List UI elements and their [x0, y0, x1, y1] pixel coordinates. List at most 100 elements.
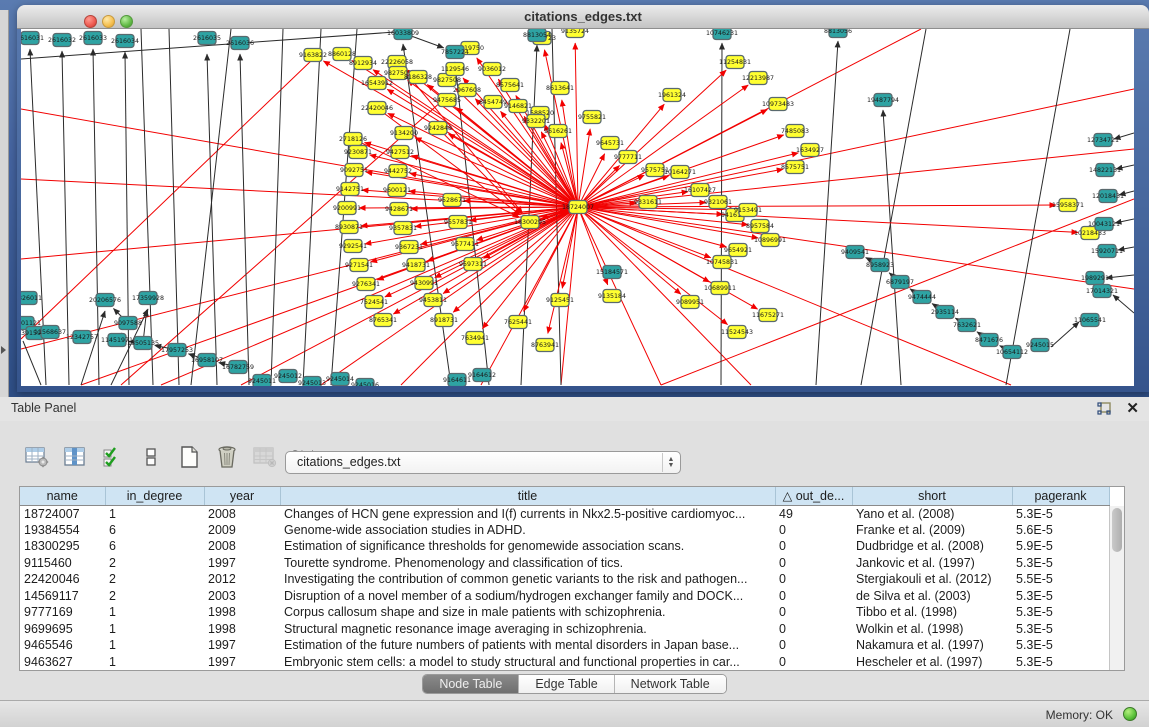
graph-node[interactable]: 9245015: [1026, 339, 1054, 352]
graph-node[interactable]: 14822131: [1089, 164, 1121, 177]
graph-node[interactable]: 9475685: [433, 94, 461, 107]
table-cell[interactable]: Genome-wide association studies in ADHD.: [280, 522, 775, 539]
graph-node[interactable]: 2616033: [79, 32, 107, 45]
table-cell[interactable]: Dudbridge et al. (2008): [852, 538, 1012, 555]
graph-node[interactable]: 7632621: [953, 319, 981, 332]
graph-node[interactable]: 9528671: [438, 194, 466, 207]
graph-node[interactable]: 16543912: [361, 77, 393, 90]
minimize-window-button[interactable]: [102, 15, 115, 28]
tab-network-table[interactable]: Network Table: [615, 675, 726, 693]
table-cell[interactable]: 2: [105, 588, 204, 605]
graph-node[interactable]: 8813056: [824, 29, 852, 38]
float-window-icon[interactable]: [1096, 401, 1112, 417]
graph-node[interactable]: 8860128: [328, 48, 356, 61]
zoom-window-button[interactable]: [120, 15, 133, 28]
graph-node[interactable]: 16033809: [387, 29, 419, 40]
table-row[interactable]: 911546021997Tourette syndrome. Phenomeno…: [20, 555, 1109, 572]
table-cell[interactable]: 19384554: [20, 522, 105, 539]
table-cell[interactable]: 2012: [204, 571, 280, 588]
graph-node[interactable]: 9474444: [908, 291, 936, 304]
graph-node[interactable]: 20206576: [89, 294, 121, 307]
graph-node[interactable]: 9200991: [333, 202, 361, 215]
table-cell[interactable]: Changes of HCN gene expression and I(f) …: [280, 505, 775, 522]
graph-node[interactable]: 1989291: [1081, 272, 1109, 285]
table-cell[interactable]: 1997: [204, 654, 280, 671]
graph-node[interactable]: 2326011: [21, 292, 42, 305]
table-row[interactable]: 1938455462009Genome-wide association stu…: [20, 522, 1109, 539]
table-cell[interactable]: de Silva et al. (2003): [852, 588, 1012, 605]
table-cell[interactable]: 0: [775, 555, 852, 572]
graph-node[interactable]: 2616035: [193, 32, 221, 45]
table-cell[interactable]: 2: [105, 571, 204, 588]
table-row[interactable]: 2242004622012Investigating the contribut…: [20, 571, 1109, 588]
table-cell[interactable]: 0: [775, 588, 852, 605]
graph-node[interactable]: 8912934: [349, 57, 377, 70]
splitter-collapse-icon[interactable]: [1, 346, 6, 354]
graph-node[interactable]: 11524543: [721, 326, 753, 339]
column-header-short[interactable]: short: [852, 487, 1012, 505]
table-cell[interactable]: 2003: [204, 588, 280, 605]
table-cell[interactable]: 5.3E-5: [1012, 621, 1109, 638]
table-cell[interactable]: 9699695: [20, 621, 105, 638]
table-cell[interactable]: 5.9E-5: [1012, 538, 1109, 555]
table-cell[interactable]: Estimation of significance thresholds fo…: [280, 538, 775, 555]
table-row[interactable]: 1830029562008Estimation of significance …: [20, 538, 1109, 555]
graph-node[interactable]: 8930871: [335, 221, 363, 234]
table-cell[interactable]: 0: [775, 538, 852, 555]
table-cell[interactable]: Stergiakouli et al. (2012): [852, 571, 1012, 588]
table-cell[interactable]: 2009: [204, 522, 280, 539]
table-cell[interactable]: Wolkin et al. (1998): [852, 621, 1012, 638]
graph-node[interactable]: 9097588: [114, 317, 142, 330]
graph-node[interactable]: 8613641: [546, 82, 574, 95]
graph-node[interactable]: 9616261: [544, 125, 572, 138]
table-cell[interactable]: 6: [105, 538, 204, 555]
table-cell[interactable]: 9465546: [20, 637, 105, 654]
table-cell[interactable]: 2008: [204, 538, 280, 555]
table-cell[interactable]: Embryonic stem cells: a model to study s…: [280, 654, 775, 671]
table-cell[interactable]: 0: [775, 621, 852, 638]
graph-node[interactable]: 8575641: [496, 79, 524, 92]
table-cell[interactable]: Structural magnetic resonance image aver…: [280, 621, 775, 638]
table-row[interactable]: 1872400712008Changes of HCN gene express…: [20, 505, 1109, 522]
table-cell[interactable]: 1: [105, 637, 204, 654]
graph-node[interactable]: 7625441: [504, 316, 532, 329]
close-window-button[interactable]: [84, 15, 97, 28]
graph-node[interactable]: 11675271: [752, 309, 784, 322]
new-column-icon[interactable]: [174, 442, 204, 472]
left-splitter[interactable]: [0, 10, 9, 397]
graph-node[interactable]: 22420046: [361, 102, 393, 115]
graph-node[interactable]: 12018431: [1092, 190, 1124, 203]
graph-node[interactable]: 7485083: [781, 125, 809, 138]
graph-node[interactable]: 9245014: [326, 373, 354, 386]
table-cell[interactable]: 9463627: [20, 654, 105, 671]
tab-edge-table[interactable]: Edge Table: [519, 675, 614, 693]
table-selector-dropdown[interactable]: citations_edges.txt ▲▼: [285, 451, 681, 474]
table-cell[interactable]: 6: [105, 522, 204, 539]
table-row[interactable]: 969969511998Structural magnetic resonanc…: [20, 621, 1109, 638]
table-cell[interactable]: 5.6E-5: [1012, 522, 1109, 539]
table-cell[interactable]: Corpus callosum shape and size in male p…: [280, 604, 775, 621]
graph-node[interactable]: 11065541: [1074, 314, 1106, 327]
select-all-icon[interactable]: [98, 442, 128, 472]
table-cell[interactable]: 0: [775, 571, 852, 588]
table-row[interactable]: 977716911998Corpus callosum shape and si…: [20, 604, 1109, 621]
table-cell[interactable]: Franke et al. (2009): [852, 522, 1012, 539]
graph-node[interactable]: 9134200: [390, 127, 418, 140]
delete-columns-icon[interactable]: [212, 442, 242, 472]
graph-node[interactable]: 9428671: [385, 203, 413, 216]
show-hide-columns-icon[interactable]: [60, 442, 90, 472]
column-header-out_de[interactable]: △ out_de...: [775, 487, 852, 505]
table-cell[interactable]: 1: [105, 654, 204, 671]
graph-node[interactable]: 16107427: [684, 184, 716, 197]
graph-node[interactable]: 2616031: [21, 32, 44, 45]
graph-node[interactable]: 10689911: [704, 282, 736, 295]
graph-node[interactable]: 9645731: [596, 137, 624, 150]
delete-table-icon[interactable]: [250, 442, 280, 472]
table-cell[interactable]: 9115460: [20, 555, 105, 572]
graph-node[interactable]: 6879197: [886, 276, 914, 289]
table-row[interactable]: 946362711997Embryonic stem cells: a mode…: [20, 654, 1109, 671]
table-cell[interactable]: 14569117: [20, 588, 105, 605]
table-cell[interactable]: Disruption of a novel member of a sodium…: [280, 588, 775, 605]
table-cell[interactable]: 2: [105, 555, 204, 572]
table-cell[interactable]: 5.3E-5: [1012, 505, 1109, 522]
